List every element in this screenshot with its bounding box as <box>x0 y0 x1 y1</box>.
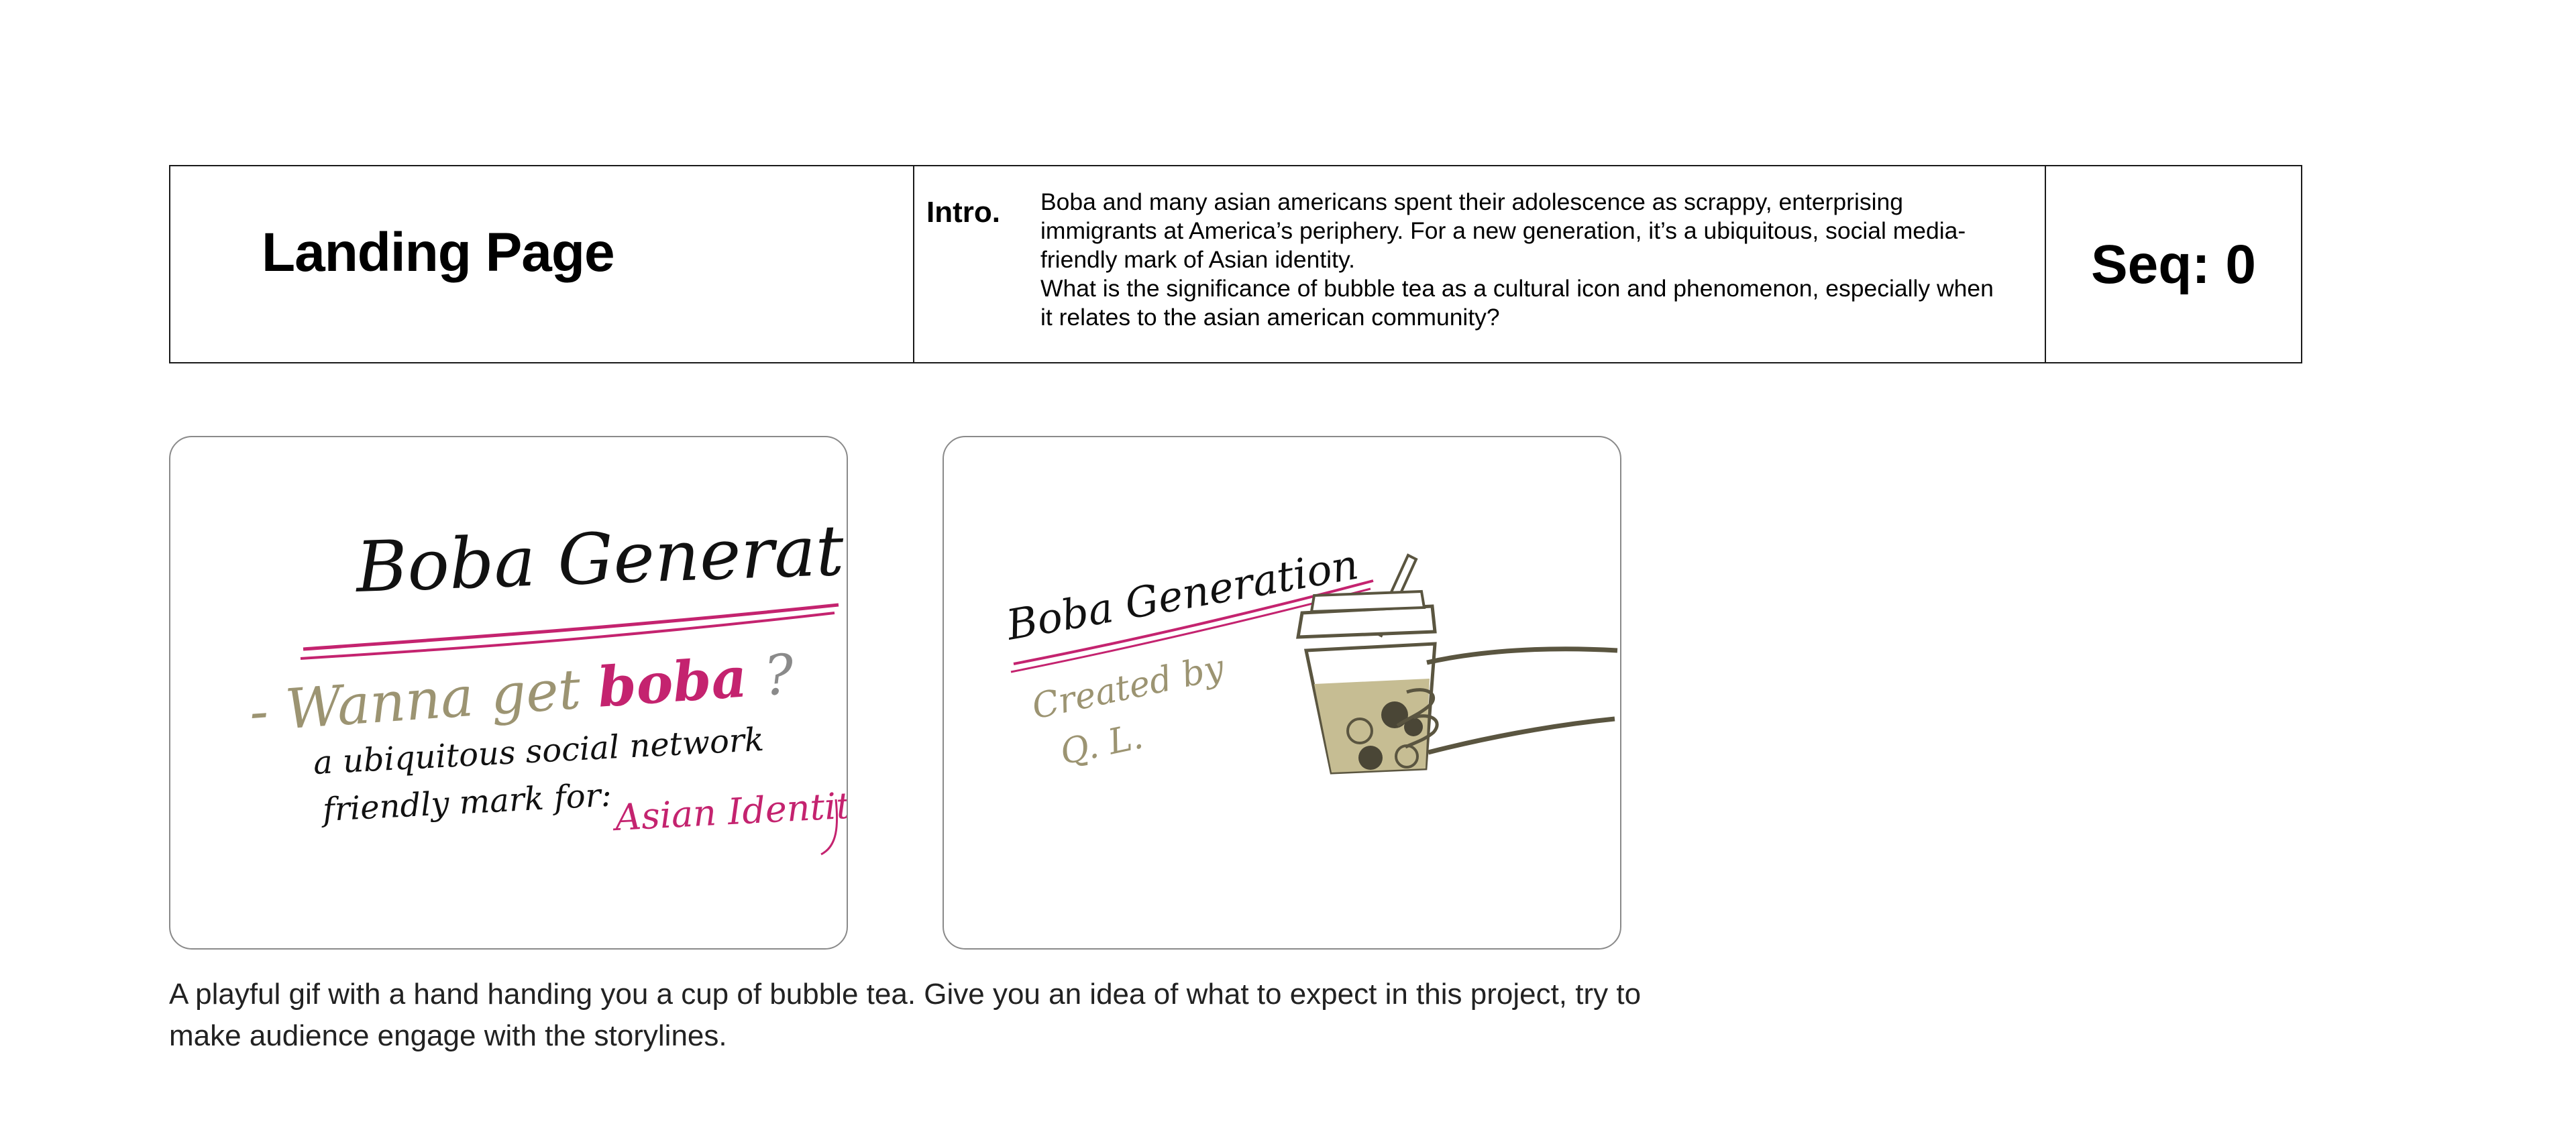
sketch-frame-boba-illustration: Boba Generation Created by Q. L. <box>943 436 1621 950</box>
line-1-prefix: - Wanna get <box>248 657 600 744</box>
boba-pearl <box>1358 746 1383 770</box>
line-1-suffix: ? <box>745 642 797 709</box>
sketch-1-highlight-text: Asian Identity <box>610 783 847 839</box>
sketch-1-drawing: Boba Generation - Wanna get boba ? a ubi… <box>248 506 847 856</box>
title-underline <box>303 603 839 651</box>
sketch-2-credit-line-2: Q. L. <box>1057 716 1146 773</box>
sketch-frame-intro-text: Boba Generation - Wanna get boba ? a ubi… <box>169 436 848 950</box>
arm-outline <box>1426 646 1618 665</box>
title-cell: Landing Page <box>170 166 914 362</box>
sketch-1-title: Boba Generation <box>354 506 847 608</box>
intro-label: Intro. <box>926 196 1000 229</box>
line-1-highlight: boba <box>596 645 749 720</box>
intro-cell: Intro. Boba and many asian americans spe… <box>914 166 2046 362</box>
sketch-1-line-3: friendly mark for: <box>320 777 612 830</box>
intro-paragraph: Boba and many asian americans spent thei… <box>1040 188 1966 273</box>
sketch-2-credit-line-1: Created by <box>1028 647 1228 727</box>
sequence-label: Seq: 0 <box>2090 234 2257 295</box>
sequence-cell: Seq: 0 <box>2046 166 2301 362</box>
storyboard-header-table: Landing Page Intro. Boba and many asian … <box>169 165 2302 363</box>
frame-caption: A playful gif with a hand handing you a … <box>169 978 1642 1052</box>
sketch-2-drawing: Boba Generation Created by Q. L. <box>1002 540 1618 775</box>
cup-lid-top <box>1309 589 1426 614</box>
intro-text: Boba and many asian americans spent thei… <box>1040 188 2006 332</box>
page-title: Landing Page <box>262 222 615 283</box>
intro-paragraph: What is the significance of bubble tea a… <box>1040 275 1994 331</box>
arm-outline <box>1428 716 1615 755</box>
boba-pearl <box>1381 701 1408 728</box>
